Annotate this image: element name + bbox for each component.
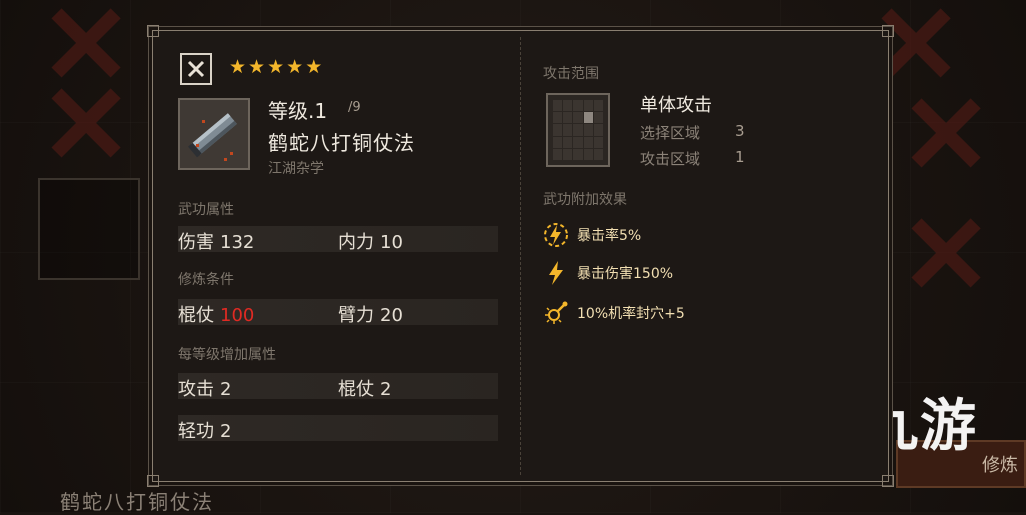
section-title-attack-range: 攻击范围 bbox=[543, 66, 599, 82]
skill-detail-panel: ★ ★ ★ ★ ★ 等级.1 /9 鹤蛇八打铜仗法 江湖杂学 武功属性 伤害 13… bbox=[147, 25, 894, 487]
attribute-row: 伤害 132 内力 10 bbox=[178, 226, 498, 253]
select-area: 选择区域 3 bbox=[640, 122, 745, 142]
range-cell bbox=[573, 100, 583, 112]
panel-divider bbox=[520, 37, 521, 475]
attr-damage: 伤害 132 bbox=[178, 232, 255, 253]
bg-decor-glyph: ✕ bbox=[40, 60, 133, 189]
star-rating: ★ ★ ★ ★ ★ bbox=[229, 58, 322, 77]
range-cell bbox=[583, 124, 593, 136]
range-cell bbox=[553, 112, 563, 124]
range-cell bbox=[563, 112, 573, 124]
attack-area: 攻击区域 1 bbox=[640, 148, 745, 168]
close-icon bbox=[187, 60, 205, 78]
bg-skill-slot[interactable] bbox=[38, 178, 140, 280]
acupoint-seal-icon bbox=[541, 299, 571, 327]
bg-decor-glyph: ✕ bbox=[900, 70, 993, 199]
range-cell bbox=[583, 136, 593, 148]
star-icon: ★ bbox=[248, 56, 266, 78]
crit-rate-icon bbox=[541, 221, 571, 249]
attack-range-grid bbox=[546, 93, 610, 167]
range-cell bbox=[563, 124, 573, 136]
range-cell bbox=[573, 148, 583, 160]
star-icon: ★ bbox=[229, 56, 247, 78]
skill-level-max: /9 bbox=[348, 100, 361, 115]
range-cell bbox=[573, 112, 583, 124]
panel-corner bbox=[147, 475, 159, 487]
skill-level: 等级.1 bbox=[268, 99, 328, 123]
section-title-attributes: 武功属性 bbox=[178, 202, 234, 218]
panel-corner bbox=[147, 25, 159, 37]
range-cell bbox=[583, 148, 593, 160]
range-cell-target bbox=[583, 112, 593, 124]
per-level-row: 攻击 2 棍仗 2 bbox=[178, 373, 498, 400]
range-cell bbox=[553, 136, 563, 148]
section-title-bonus-effects: 武功附加效果 bbox=[543, 192, 627, 208]
range-cell bbox=[583, 100, 593, 112]
star-icon: ★ bbox=[267, 56, 285, 78]
per-level-attack: 攻击 2 bbox=[178, 379, 232, 400]
bg-decor-glyph: ✕ bbox=[900, 190, 993, 319]
range-cell bbox=[573, 136, 583, 148]
range-cell bbox=[593, 100, 603, 112]
req-arm-strength: 臂力 20 bbox=[338, 305, 403, 326]
range-cell bbox=[593, 136, 603, 148]
star-icon: ★ bbox=[286, 56, 304, 78]
skill-category: 江湖杂学 bbox=[268, 161, 324, 177]
per-level-staff: 棍仗 2 bbox=[338, 379, 392, 400]
bg-skill-title: 鹤蛇八打铜仗法 bbox=[60, 490, 214, 514]
crit-damage-icon bbox=[541, 259, 571, 287]
requirement-row: 棍仗 100 臂力 20 bbox=[178, 299, 498, 326]
range-cell bbox=[593, 112, 603, 124]
panel-corner bbox=[882, 25, 894, 37]
skill-name: 鹤蛇八打铜仗法 bbox=[268, 131, 415, 155]
bonus-effect-item: 暴击伤害150% bbox=[541, 259, 673, 287]
section-title-per-level: 每等级增加属性 bbox=[178, 347, 276, 363]
range-cell bbox=[563, 100, 573, 112]
range-cell bbox=[593, 124, 603, 136]
panel-corner bbox=[882, 475, 894, 487]
attack-type: 单体攻击 bbox=[640, 95, 712, 116]
attr-inner-power: 内力 10 bbox=[338, 232, 403, 253]
range-cell bbox=[563, 136, 573, 148]
section-title-requirements: 修炼条件 bbox=[178, 272, 234, 288]
range-cell bbox=[573, 124, 583, 136]
range-cell bbox=[553, 148, 563, 160]
bonus-effect-item: 10%机率封穴+5 bbox=[541, 299, 685, 327]
per-level-row: 轻功 2 bbox=[178, 415, 498, 442]
skill-icon bbox=[178, 98, 250, 170]
range-cell bbox=[593, 148, 603, 160]
star-icon: ★ bbox=[305, 56, 323, 78]
range-cell bbox=[563, 148, 573, 160]
range-cell bbox=[553, 100, 563, 112]
range-cell bbox=[553, 124, 563, 136]
bonus-effect-item: 暴击率5% bbox=[541, 221, 641, 249]
per-level-agility: 轻功 2 bbox=[178, 421, 232, 442]
req-staff: 棍仗 100 bbox=[178, 305, 255, 326]
close-button[interactable] bbox=[180, 53, 212, 85]
